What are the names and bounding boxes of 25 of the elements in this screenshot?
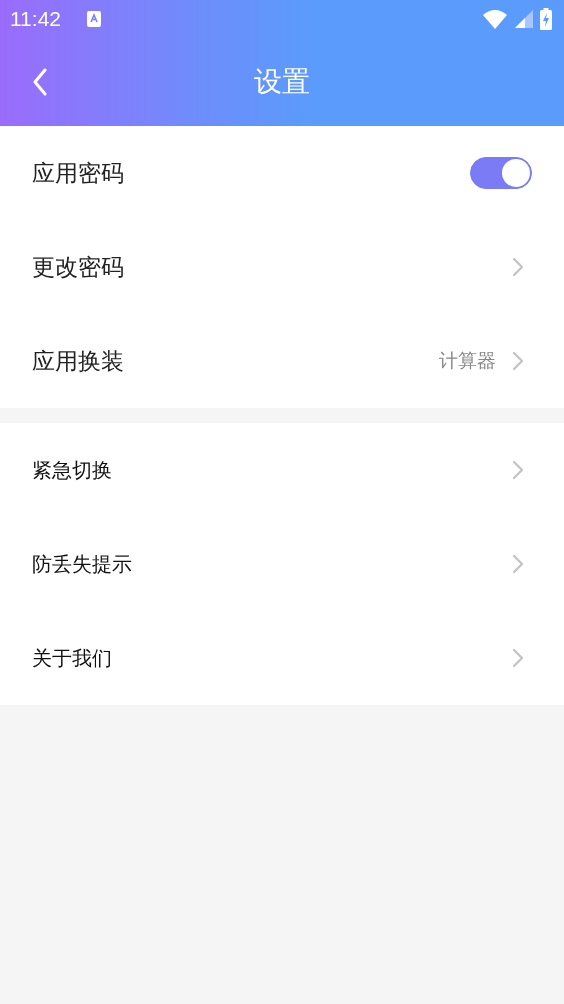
row-value: 计算器	[439, 348, 496, 373]
settings-row[interactable]: 更改密码	[0, 220, 564, 314]
row-label: 防丢失提示	[32, 550, 132, 578]
settings-row[interactable]: 应用密码	[0, 126, 564, 220]
settings-row[interactable]: 防丢失提示	[0, 517, 564, 611]
chevron-icon	[512, 648, 524, 668]
row-label: 关于我们	[32, 644, 112, 672]
chevron-icon	[512, 351, 524, 371]
settings-row[interactable]: 关于我们	[0, 611, 564, 705]
notification-icon	[87, 11, 101, 27]
chevron-icon	[512, 257, 524, 277]
chevron-icon	[512, 460, 524, 480]
battery-icon	[540, 8, 552, 30]
wifi-icon	[482, 9, 508, 29]
signal-icon	[514, 9, 534, 29]
row-label: 应用换装	[32, 346, 124, 376]
toggle-switch[interactable]	[470, 157, 532, 189]
chevron-icon	[512, 554, 524, 574]
status-time: 11:42	[10, 7, 61, 31]
page-title: 设置	[254, 64, 310, 100]
row-label: 应用密码	[32, 158, 124, 188]
settings-row[interactable]: 应用换装 计算器	[0, 314, 564, 408]
row-label: 更改密码	[32, 252, 124, 282]
settings-row[interactable]: 紧急切换	[0, 423, 564, 517]
row-label: 紧急切换	[32, 456, 112, 484]
